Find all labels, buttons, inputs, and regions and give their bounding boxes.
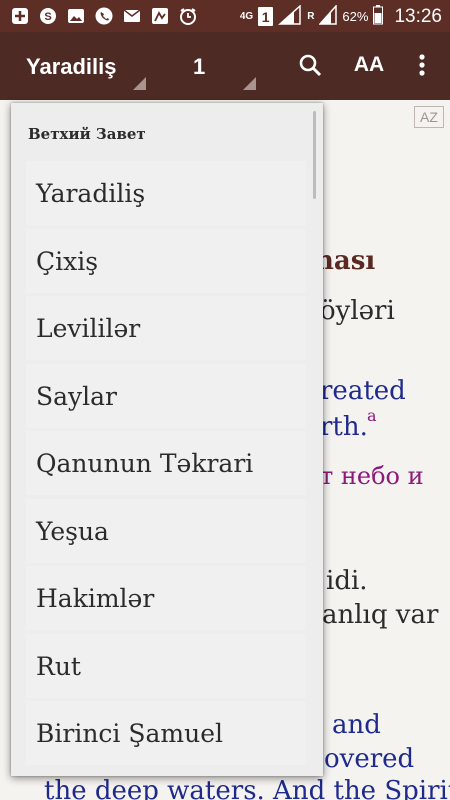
- svg-text:S: S: [44, 11, 51, 23]
- signal-icon: [278, 4, 302, 28]
- status-bar: S 4G 1 R 62% 13:26: [0, 0, 450, 32]
- search-button[interactable]: [295, 50, 325, 80]
- book-item-label: Birinci Şamuel: [36, 718, 223, 748]
- book-item-label: Çixiş: [36, 246, 99, 276]
- footnote-marker[interactable]: a: [367, 406, 377, 425]
- skype-icon: S: [38, 6, 57, 25]
- book-item-label: Yaradiliş: [36, 178, 146, 208]
- gallery-icon: [66, 6, 85, 25]
- book-item[interactable]: Birinci Şamuel: [26, 701, 306, 765]
- book-item-label: Hakimlər: [36, 583, 155, 613]
- verse-text-fragment: and: [332, 710, 381, 740]
- clock: 13:26: [394, 5, 442, 27]
- verse-text-fragment: idi.: [326, 566, 368, 596]
- book-item-label: Saylar: [36, 381, 118, 411]
- system-status: 4G 1 R 62% 13:26: [239, 4, 442, 28]
- battery-icon: [373, 5, 384, 28]
- notification-icons: S: [10, 6, 197, 25]
- verse-text-fragment: the deep waters. And the Spirit: [44, 776, 450, 800]
- language-badge[interactable]: AZ: [414, 106, 444, 128]
- maps-icon: [150, 6, 169, 25]
- book-item-label: Qanunun Təkrari: [36, 448, 254, 478]
- book-item[interactable]: Levililər: [26, 296, 306, 360]
- battery-percent: 62%: [342, 9, 369, 24]
- book-item[interactable]: Yaradiliş: [26, 161, 306, 225]
- phone-icon: [94, 6, 113, 25]
- roaming-indicator: R: [307, 10, 315, 22]
- book-item[interactable]: Hakimlər: [26, 566, 306, 630]
- book-item-label: Levililər: [36, 313, 141, 343]
- more-vert-icon: [419, 54, 425, 76]
- book-item[interactable]: Yeşua: [26, 499, 306, 563]
- alarm-icon: [178, 6, 197, 25]
- verse-text-fragment: reated: [320, 376, 406, 406]
- verse-text-fragment: anlıq var: [322, 600, 439, 630]
- search-icon: [299, 54, 322, 77]
- book-item-label: Rut: [36, 651, 81, 681]
- book-item[interactable]: Qanunun Təkrari: [26, 431, 306, 495]
- testament-header: Ветхий Завет: [28, 125, 146, 143]
- book-item[interactable]: Çixiş: [26, 229, 306, 293]
- overflow-menu-button[interactable]: [407, 50, 437, 80]
- app-toolbar: Yaradiliş 1 AA: [0, 32, 450, 100]
- font-size-icon: AA: [353, 53, 385, 76]
- chapter-dropdown-arrow-icon: [243, 77, 256, 90]
- book-item[interactable]: Rut: [26, 634, 306, 698]
- plus-box-icon: [10, 6, 29, 25]
- verse-text-fragment: rth.: [320, 412, 368, 442]
- font-size-button[interactable]: AA: [354, 50, 384, 80]
- mail-icon: [122, 6, 141, 25]
- verse-text-fragment: т небо и: [320, 462, 424, 490]
- book-selector[interactable]: Yaradiliş: [26, 54, 117, 80]
- dropdown-scrollbar[interactable]: [313, 111, 316, 199]
- signal-icon-2: [318, 4, 338, 28]
- section-title-fragment: nası: [315, 246, 376, 276]
- book-item[interactable]: Saylar: [26, 364, 306, 428]
- book-dropdown: Ветхий Завет Yaradiliş Çixiş Levililər S…: [11, 103, 323, 776]
- book-dropdown-arrow-icon: [133, 77, 146, 90]
- sim-badge: 1: [258, 7, 274, 26]
- verse-text-fragment: öyləri: [320, 296, 395, 326]
- chapter-selector[interactable]: 1: [193, 54, 205, 80]
- book-item-label: Yeşua: [36, 516, 109, 546]
- verse-text-fragment: overed: [324, 744, 415, 774]
- network-type: 4G: [239, 10, 254, 22]
